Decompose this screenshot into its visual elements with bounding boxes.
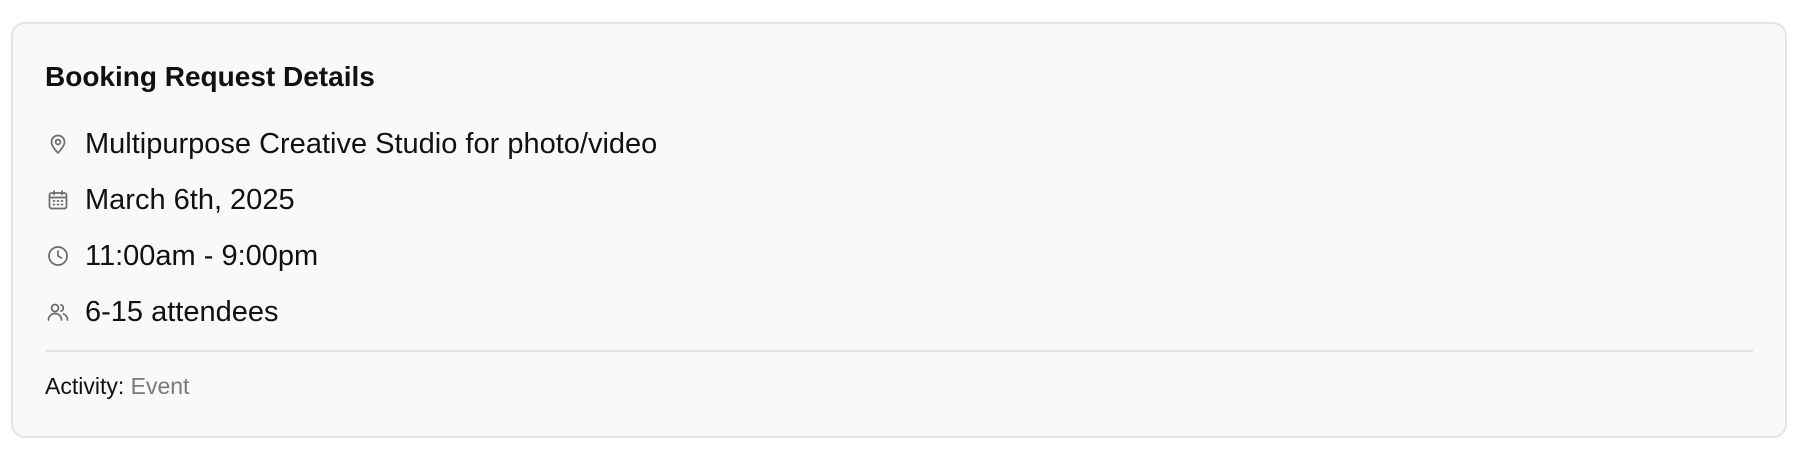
detail-row-time: 11:00am - 9:00pm (45, 228, 1753, 284)
activity-label: Activity: (45, 373, 125, 399)
detail-row-attendees: 6-15 attendees (45, 284, 1753, 340)
card-divider (45, 350, 1753, 352)
detail-row-location: Multipurpose Creative Studio for photo/v… (45, 116, 1753, 172)
card-title: Booking Request Details (45, 61, 375, 92)
booking-request-card: Booking Request Details Multipurpose Cre… (11, 22, 1787, 438)
time-text: 11:00am - 9:00pm (85, 240, 319, 272)
attendees-text: 6-15 attendees (85, 296, 279, 328)
detail-row-date: March 6th, 2025 (45, 172, 1753, 228)
users-icon (45, 299, 71, 325)
clock-icon (45, 243, 71, 269)
date-text: March 6th, 2025 (85, 184, 295, 216)
activity-line: Activity: Event (45, 372, 1753, 400)
location-text: Multipurpose Creative Studio for photo/v… (85, 128, 658, 160)
map-pin-icon (45, 131, 71, 157)
calendar-icon (45, 187, 71, 213)
activity-value: Event (130, 373, 190, 399)
